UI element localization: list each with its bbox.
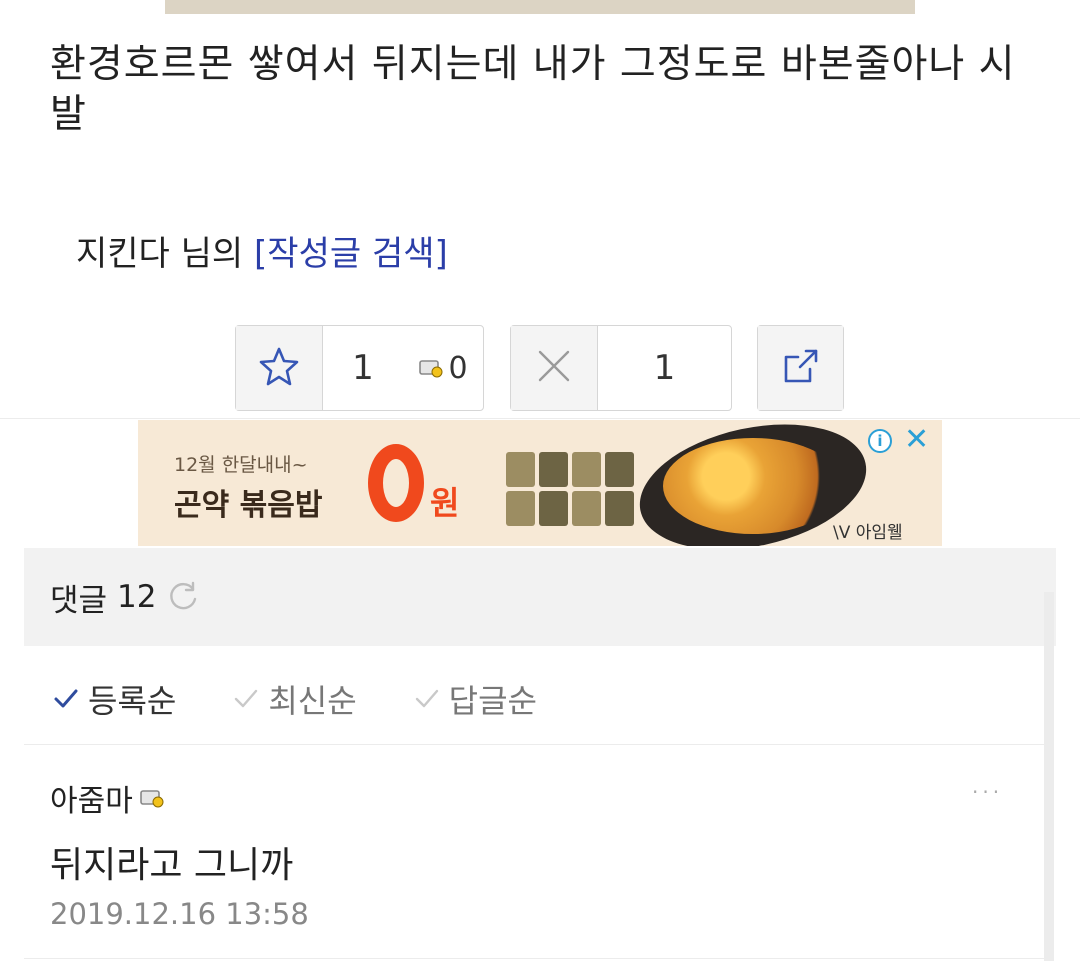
author-name[interactable]: 지킨다: [76, 234, 170, 274]
search-posts-link[interactable]: [작성글 검색]: [254, 234, 448, 274]
recommend-group: 1 0: [235, 325, 484, 411]
ad-zero-graphic: [368, 444, 424, 522]
comments-count: 12: [117, 579, 157, 615]
comment-author-name: 아줌마: [50, 784, 133, 819]
dislike-count: 1: [653, 348, 676, 388]
check-icon: [413, 685, 441, 713]
comment-author[interactable]: 아줌마: [50, 776, 165, 820]
sort-tab-latest[interactable]: 최신순: [232, 676, 357, 722]
divider: [24, 958, 1044, 959]
ad-product-name: 곤약 볶음밥: [174, 488, 323, 523]
dislike-button[interactable]: [511, 326, 598, 410]
recommend-count: 1: [352, 348, 374, 388]
ad-tagline: 12월 한달내내~: [174, 454, 308, 476]
ad-banner[interactable]: 12월 한달내내~ 곤약 볶음밥 원 \V 아임웰 i ✕: [138, 420, 942, 546]
post-body: 환경호르몬 쌓여서 뒤지는데 내가 그정도로 바본줄아나 시발: [50, 42, 1016, 137]
recommend-badge-count: 0: [448, 350, 468, 386]
divider: [0, 418, 1080, 419]
scrollbar[interactable]: [1044, 592, 1054, 961]
comment-text: 뒤지라고 그니까: [50, 845, 294, 886]
share-icon-cell: [758, 326, 843, 410]
comment-timestamp: 2019.12.16 13:58: [50, 897, 309, 931]
author-line: 지킨다 님의 [작성글 검색]: [76, 226, 448, 275]
post-image-strip: [165, 0, 915, 14]
check-icon: [52, 685, 80, 713]
sort-tab-label: 답글순: [448, 682, 537, 720]
check-icon: [232, 685, 260, 713]
share-button[interactable]: [757, 325, 844, 411]
comments-header: 댓글 12: [24, 548, 1056, 646]
divider: [24, 744, 1044, 745]
author-suffix: 님의: [169, 234, 255, 274]
ad-product-thumbnails: [506, 452, 634, 526]
dislike-group: 1: [510, 325, 732, 411]
sort-tab-replies[interactable]: 답글순: [413, 676, 537, 722]
ad-close-icon[interactable]: ✕: [904, 422, 929, 457]
star-icon: [258, 345, 300, 391]
close-icon: [534, 346, 574, 390]
ad-food-image: [663, 438, 843, 534]
badge-icon: [139, 781, 165, 816]
comment-sort-tabs: 등록순 최신순 답글순: [52, 676, 593, 722]
more-options-icon[interactable]: ···: [972, 780, 1003, 804]
comments-label: 댓글: [50, 582, 108, 619]
recommend-button[interactable]: [236, 326, 323, 410]
refresh-icon[interactable]: [165, 579, 201, 615]
ad-won-text: 원: [430, 484, 460, 522]
share-icon: [780, 345, 822, 391]
badge-icon: [418, 351, 444, 386]
ad-brand-logo: \V 아임웰: [833, 523, 903, 543]
sort-tab-registered[interactable]: 등록순: [52, 676, 176, 722]
sort-tab-label: 등록순: [88, 682, 177, 720]
sort-tab-label: 최신순: [268, 682, 357, 720]
ad-info-icon[interactable]: i: [868, 429, 892, 453]
